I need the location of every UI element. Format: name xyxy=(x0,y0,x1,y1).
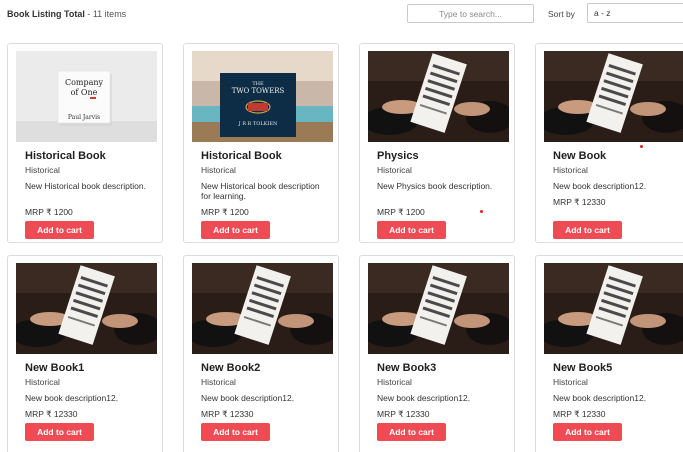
book-card: New Book3 Historical New book descriptio… xyxy=(359,255,515,452)
book-card: New Book Historical New book description… xyxy=(535,43,683,243)
cover-title-line1: Company xyxy=(65,78,104,87)
book-title: New Book xyxy=(553,150,607,162)
decorative-dot xyxy=(640,145,643,148)
add-to-cart-button[interactable]: Add to cart xyxy=(377,221,446,239)
add-to-cart-button[interactable]: Add to cart xyxy=(201,221,270,239)
book-description: New book description12. xyxy=(553,393,647,403)
add-to-cart-button[interactable]: Add to cart xyxy=(377,423,446,441)
book-price: MRP ₹ 1200 xyxy=(377,207,425,217)
add-to-cart-button[interactable]: Add to cart xyxy=(25,221,94,239)
book-title: New Book3 xyxy=(377,362,437,374)
book-card: Company of One Paul Jarvis Historical Bo… xyxy=(7,43,163,243)
book-card: Physics Historical New Physics book desc… xyxy=(359,43,515,243)
book-category: Historical xyxy=(201,165,236,175)
book-title: New Book5 xyxy=(553,362,613,374)
book-price: MRP ₹ 1200 xyxy=(25,207,73,217)
book-cover-image xyxy=(544,263,683,354)
book-card: THE TWO TOWERS J R R TOLKIEN Historical … xyxy=(183,43,339,243)
book-category: Historical xyxy=(553,165,588,175)
cover-title-line2: of One xyxy=(71,88,98,97)
book-title: Historical Book xyxy=(25,150,106,162)
book-cover-image xyxy=(368,263,509,354)
book-description: New book description12. xyxy=(201,393,295,403)
add-to-cart-button[interactable]: Add to cart xyxy=(553,423,622,441)
decorative-dot xyxy=(480,210,483,213)
cover-author: Paul Jarvis xyxy=(68,114,100,121)
book-price: MRP ₹ 12330 xyxy=(377,409,430,419)
book-cover-image xyxy=(368,51,509,142)
book-description: New Historical book description for lear… xyxy=(201,181,320,201)
book-description: New book description12. xyxy=(25,393,119,403)
add-to-cart-button[interactable]: Add to cart xyxy=(25,423,94,441)
book-title: Physics xyxy=(377,150,419,162)
book-card: New Book1 Historical New book descriptio… xyxy=(7,255,163,452)
book-description: New Physics book description. xyxy=(377,181,493,191)
book-grid: Company of One Paul Jarvis Historical Bo… xyxy=(0,0,683,452)
add-to-cart-button[interactable]: Add to cart xyxy=(201,423,270,441)
add-to-cart-button[interactable]: Add to cart xyxy=(553,221,622,239)
book-price: MRP ₹ 12330 xyxy=(201,409,254,419)
book-description: New Historical book description. xyxy=(25,181,146,191)
book-card: New Book2 Historical New book descriptio… xyxy=(183,255,339,452)
book-cover-image xyxy=(16,263,157,354)
book-price: MRP ₹ 1200 xyxy=(201,207,249,217)
book-category: Historical xyxy=(25,377,60,387)
book-price: MRP ₹ 12330 xyxy=(25,409,78,419)
book-category: Historical xyxy=(377,377,412,387)
book-category: Historical xyxy=(553,377,588,387)
cover-author: J R R TOLKIEN xyxy=(238,121,278,127)
book-cover-image: Company of One Paul Jarvis xyxy=(16,51,157,142)
book-card: New Book5 Historical New book descriptio… xyxy=(535,255,683,452)
book-price: MRP ₹ 12330 xyxy=(553,409,606,419)
book-description: New book description12. xyxy=(553,181,647,191)
book-cover-image xyxy=(192,263,333,354)
book-category: Historical xyxy=(377,165,412,175)
book-title: New Book2 xyxy=(201,362,261,374)
book-title: Historical Book xyxy=(201,150,282,162)
book-cover-image xyxy=(544,51,683,142)
book-cover-image: THE TWO TOWERS J R R TOLKIEN xyxy=(192,51,333,142)
book-category: Historical xyxy=(201,377,236,387)
book-description: New book description12. xyxy=(377,393,471,403)
book-price: MRP ₹ 12330 xyxy=(553,197,606,207)
cover-title-line2: TWO TOWERS xyxy=(232,87,285,95)
book-category: Historical xyxy=(25,165,60,175)
book-title: New Book1 xyxy=(25,362,85,374)
